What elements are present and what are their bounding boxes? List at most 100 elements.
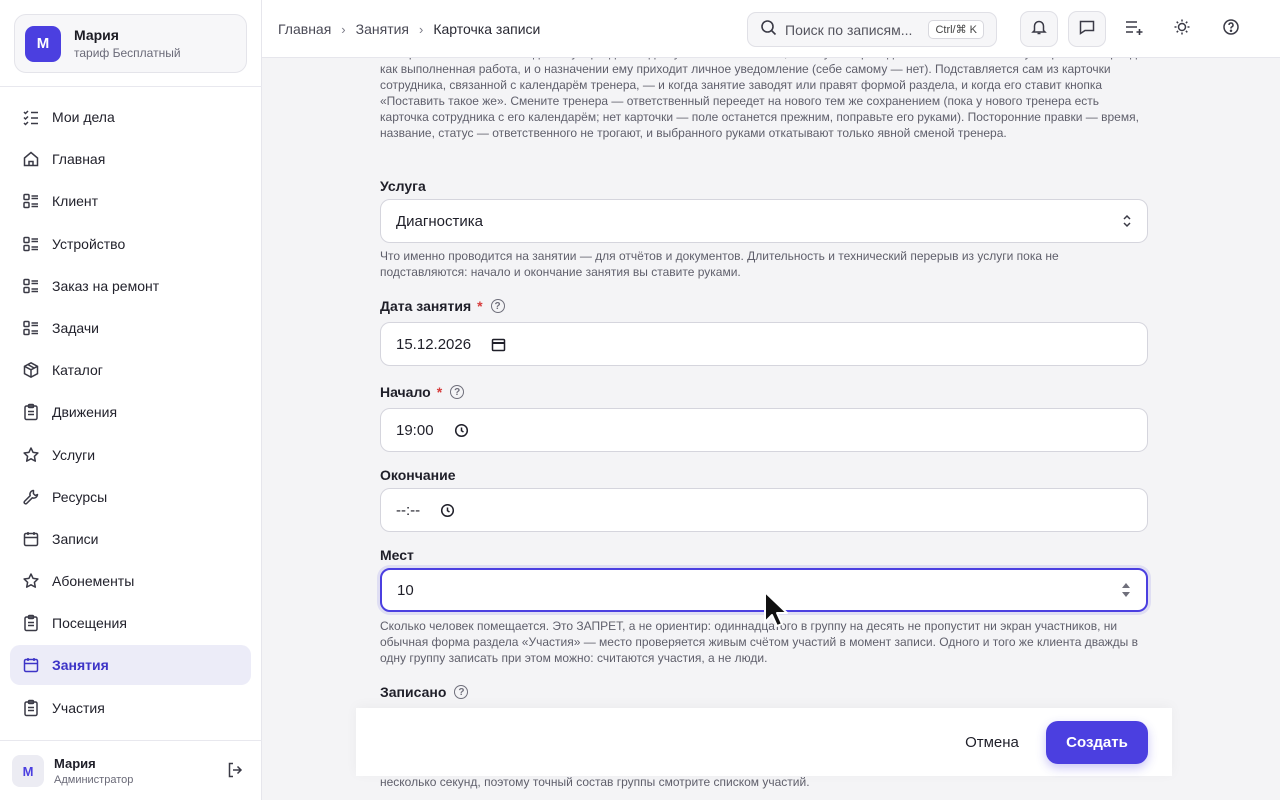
list-icon xyxy=(22,277,40,295)
chevron-right-icon: › xyxy=(341,21,346,37)
sidebar-item-label: Посещения xyxy=(52,615,127,632)
search-placeholder: Поиск по записям... xyxy=(785,21,913,38)
star-icon xyxy=(22,572,40,590)
star-icon xyxy=(22,446,40,464)
breadcrumb-section[interactable]: Занятия xyxy=(356,21,409,37)
start-time-input[interactable]: 19:00 xyxy=(380,408,1148,452)
user-name: Мария xyxy=(54,756,96,771)
sidebar-item-device[interactable]: Устройство xyxy=(10,224,251,264)
calendar-icon xyxy=(22,530,40,548)
org-avatar: М xyxy=(25,25,61,62)
list-add-icon xyxy=(1124,18,1144,41)
sidebar-item-subscriptions[interactable]: Абонементы xyxy=(10,561,251,601)
date-label: Дата занятия * ? xyxy=(380,298,505,314)
help-icon[interactable]: ? xyxy=(454,685,469,699)
sidebar-nav: Мои дела Главная Клиент Устройство Заказ… xyxy=(10,97,251,730)
mouse-cursor-icon xyxy=(763,590,789,633)
date-input[interactable]: 15.12.2026 xyxy=(380,322,1148,366)
user-profile[interactable]: М Мария Администратор xyxy=(12,753,248,789)
sidebar-item-catalog[interactable]: Каталог xyxy=(10,350,251,390)
home-icon xyxy=(22,150,40,168)
divider xyxy=(0,86,262,87)
clipboard-icon xyxy=(22,403,40,421)
sidebar-item-participations[interactable]: Участия xyxy=(10,688,251,728)
help-button[interactable] xyxy=(1212,11,1250,47)
sidebar-item-label: Задачи xyxy=(52,319,100,336)
breadcrumb-current: Карточка записи xyxy=(433,21,541,37)
calendar-icon[interactable] xyxy=(491,337,506,352)
search-input[interactable]: Поиск по записям... Ctrl/⌘ K xyxy=(747,12,997,47)
sidebar: М Мария тариф Бесплатный Мои дела Главна… xyxy=(0,0,262,800)
trainer-help-text: Кто провёл занятие: оно видно ему в разд… xyxy=(380,58,1144,140)
clock-icon[interactable] xyxy=(440,503,455,518)
help-icon[interactable]: ? xyxy=(450,385,465,399)
user-role: Администратор xyxy=(54,774,134,786)
sidebar-item-label: Заказ на ремонт xyxy=(52,277,160,294)
enrolled-help-text: несколько секунд, поэтому точный состав … xyxy=(380,775,810,789)
service-label: Услуга xyxy=(380,178,426,194)
sidebar-item-label: Устройство xyxy=(52,235,126,252)
logout-icon[interactable] xyxy=(226,761,244,784)
end-label: Окончание xyxy=(380,467,456,483)
queue-add-button[interactable] xyxy=(1115,11,1153,47)
sidebar-item-label: Абонементы xyxy=(52,573,135,590)
divider xyxy=(0,740,262,741)
avatar: М xyxy=(12,755,44,787)
org-switcher[interactable]: М Мария тариф Бесплатный xyxy=(14,14,247,73)
sidebar-item-classes[interactable]: Занятия xyxy=(10,645,251,686)
main-content: Кто провёл занятие: оно видно ему в разд… xyxy=(263,58,1280,800)
topbar: Главная › Занятия › Карточка записи Поис… xyxy=(262,0,1280,58)
breadcrumb-home[interactable]: Главная xyxy=(278,21,331,37)
messages-button[interactable] xyxy=(1068,11,1106,47)
help-icon[interactable]: ? xyxy=(490,299,505,313)
stepper-icon[interactable] xyxy=(1120,570,1132,610)
form-actions: Отмена Создать xyxy=(356,708,1172,776)
seats-value: 10 xyxy=(397,581,414,599)
start-time-value: 19:00 xyxy=(396,421,434,439)
sidebar-item-services[interactable]: Услуги xyxy=(10,435,251,475)
sidebar-item-visits[interactable]: Посещения xyxy=(10,603,251,643)
theme-toggle-button[interactable] xyxy=(1163,11,1201,47)
box-icon xyxy=(22,361,40,379)
sidebar-item-movements[interactable]: Движения xyxy=(10,392,251,432)
breadcrumb: Главная › Занятия › Карточка записи xyxy=(278,21,540,37)
sidebar-item-label: Записи xyxy=(52,530,99,547)
wrench-icon xyxy=(22,488,40,506)
create-button[interactable]: Создать xyxy=(1046,721,1148,764)
sidebar-item-label: Каталог xyxy=(52,362,103,379)
sidebar-item-home[interactable]: Главная xyxy=(10,139,251,179)
sidebar-item-resources[interactable]: Ресурсы xyxy=(10,477,251,517)
checklist-icon xyxy=(22,108,40,126)
sidebar-item-label: Клиент xyxy=(52,193,99,210)
sidebar-item-my-tasks[interactable]: Мои дела xyxy=(10,97,251,137)
chevron-right-icon: › xyxy=(419,21,424,37)
sun-icon xyxy=(1173,18,1191,41)
sidebar-item-bookings[interactable]: Записи xyxy=(10,519,251,559)
org-name: Мария xyxy=(74,27,119,43)
sidebar-item-tasks[interactable]: Задачи xyxy=(10,308,251,348)
clipboard-icon xyxy=(22,699,40,717)
sidebar-item-client[interactable]: Клиент xyxy=(10,181,251,221)
sidebar-item-label: Мои дела xyxy=(52,109,115,125)
bell-icon xyxy=(1030,18,1048,41)
end-time-input[interactable]: --:-- xyxy=(380,488,1148,532)
sidebar-item-repair-order[interactable]: Заказ на ремонт xyxy=(10,266,251,306)
notifications-button[interactable] xyxy=(1020,11,1058,47)
sidebar-item-label: Ресурсы xyxy=(52,488,108,505)
service-select[interactable]: Диагностика xyxy=(380,199,1148,243)
service-help-text: Что именно проводится на занятии — для о… xyxy=(380,249,1059,279)
org-plan: тариф Бесплатный xyxy=(74,46,181,60)
search-icon xyxy=(760,19,777,41)
clock-icon[interactable] xyxy=(454,423,469,438)
required-mark: * xyxy=(436,384,443,400)
sidebar-item-label: Главная xyxy=(52,151,106,168)
calendar-icon xyxy=(22,656,40,674)
start-label: Начало * ? xyxy=(380,384,465,400)
list-icon xyxy=(22,235,40,253)
sidebar-item-label: Услуги xyxy=(52,446,96,463)
cancel-button[interactable]: Отмена xyxy=(956,721,1028,763)
required-mark: * xyxy=(477,298,483,314)
seats-label: Мест xyxy=(380,547,414,563)
enrolled-label: Записано ? xyxy=(380,684,469,700)
search-shortcut: Ctrl/⌘ K xyxy=(928,20,984,39)
